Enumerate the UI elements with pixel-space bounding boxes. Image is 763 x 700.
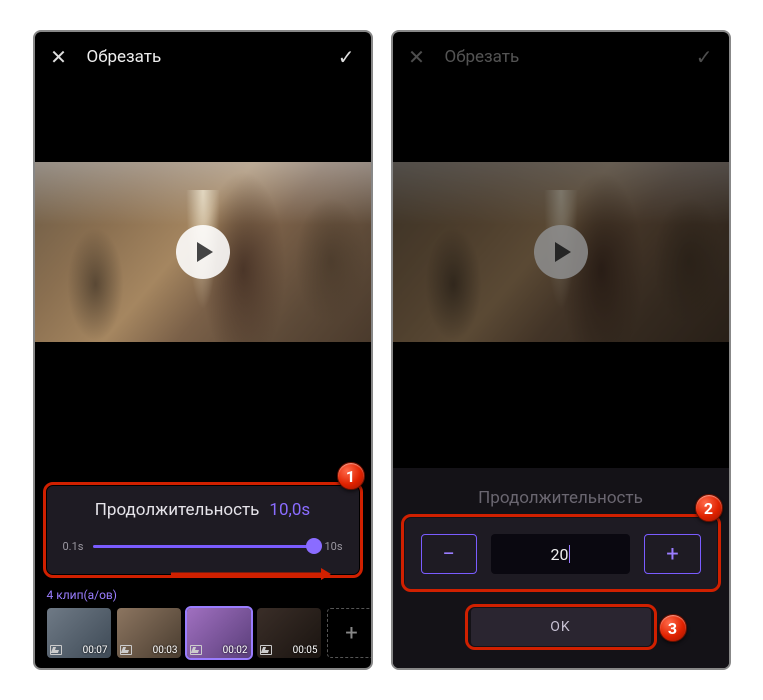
header: ✕ Обрезать ✓ (35, 32, 371, 82)
image-icon (120, 645, 132, 655)
duration-label: Продолжительность (95, 500, 260, 520)
clips-bar: 4 клип(а/ов) 00:07 00:03 00:02 00:05 + (47, 588, 359, 658)
text-caret (569, 545, 570, 563)
slider-max-label: 10s (324, 540, 342, 553)
page-title: Обрезать (87, 47, 162, 67)
clip-thumbnail[interactable]: 00:07 (47, 608, 111, 658)
slider-track[interactable] (93, 545, 314, 548)
ok-button[interactable]: OK (471, 608, 651, 646)
duration-panel: Продолжительность 10,0s 0.1s 10s (47, 486, 359, 574)
image-icon (190, 645, 202, 655)
duration-label: Продолжительность (393, 488, 729, 508)
confirm-icon[interactable]: ✓ (696, 45, 713, 69)
clips-count-label: 4 клип(а/ов) (47, 588, 359, 602)
callout-badge-1: 1 (337, 462, 365, 490)
duration-slider[interactable]: 0.1s 10s (63, 534, 343, 558)
close-icon[interactable]: ✕ (49, 45, 69, 69)
clip-duration: 00:02 (223, 645, 248, 656)
duration-input-value: 20 (551, 545, 569, 564)
clip-thumbnail[interactable]: 00:02 (187, 608, 251, 658)
clip-thumbnail[interactable]: 00:03 (117, 608, 181, 658)
play-icon[interactable] (176, 225, 230, 279)
video-preview (35, 82, 371, 422)
decrement-button[interactable]: − (421, 534, 477, 574)
annotation-arrow (171, 560, 331, 562)
callout-badge-3: 3 (659, 614, 687, 642)
close-icon[interactable]: ✕ (407, 45, 427, 69)
clips-row: 00:07 00:03 00:02 00:05 + (47, 608, 359, 658)
increment-button[interactable]: + (644, 534, 700, 574)
clip-thumbnail[interactable]: 00:05 (257, 608, 321, 658)
phone-left: ✕ Обрезать ✓ Продолжительность 10,0s 0.1… (33, 30, 373, 670)
image-icon (260, 645, 272, 655)
video-preview (393, 82, 729, 422)
add-clip-button[interactable]: + (327, 608, 373, 658)
confirm-icon[interactable]: ✓ (338, 45, 355, 69)
slider-thumb[interactable] (306, 538, 322, 554)
image-icon (50, 645, 62, 655)
page-title: Обрезать (445, 47, 520, 67)
duration-input[interactable]: 20 (491, 534, 631, 574)
play-icon[interactable] (534, 225, 588, 279)
slider-min-label: 0.1s (63, 540, 84, 553)
header: ✕ Обрезать ✓ (393, 32, 729, 82)
clip-duration: 00:05 (293, 645, 318, 656)
clip-duration: 00:07 (83, 645, 108, 656)
stepper-row: − 20 + (405, 518, 717, 590)
duration-value[interactable]: 10,0s (269, 500, 310, 520)
clip-duration: 00:03 (153, 645, 178, 656)
callout-badge-2: 2 (695, 494, 723, 522)
phone-right: ✕ Обрезать ✓ Продолжительность − 20 + OK… (391, 30, 731, 670)
